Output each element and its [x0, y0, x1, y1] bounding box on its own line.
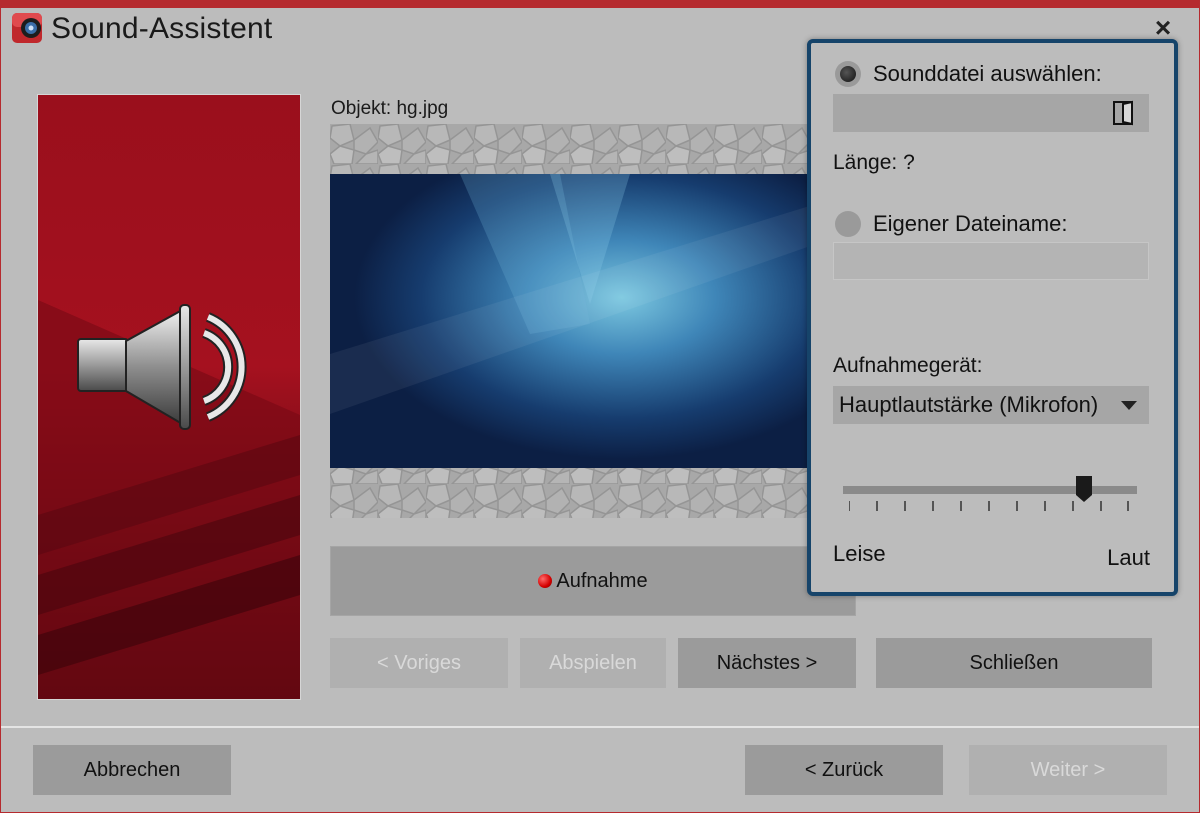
window-title: Sound-Assistent — [51, 12, 273, 45]
volume-min-label: Leise — [833, 541, 886, 566]
object-label: Objekt: hg.jpg — [331, 98, 449, 119]
soundfile-option-label: Sounddatei auswählen: — [873, 61, 1102, 86]
folder-icon[interactable] — [1111, 100, 1137, 126]
image-preview — [330, 124, 816, 518]
sound-assistant-window: Sound-Assistent × Objekt: hg.jpg Aufnahm… — [0, 0, 1200, 813]
own-filename-radio[interactable] — [835, 211, 861, 237]
length-label: Länge: ? — [833, 151, 915, 174]
speaker-illustration — [38, 95, 300, 699]
device-label: Aufnahmegerät: — [833, 354, 983, 377]
close-icon[interactable]: × — [1149, 14, 1177, 42]
record-button[interactable]: Aufnahme — [330, 546, 856, 616]
record-button-label: Aufnahme — [556, 569, 648, 592]
own-filename-option[interactable]: Eigener Dateiname: — [835, 211, 1067, 237]
soundfile-option[interactable]: Sounddatei auswählen: — [835, 61, 1102, 87]
own-filename-input[interactable] — [833, 242, 1149, 280]
app-icon — [12, 13, 42, 43]
play-button[interactable]: Abspielen — [520, 638, 666, 688]
device-select[interactable]: Hauptlautstärke (Mikrofon) — [833, 386, 1149, 424]
volume-slider-thumb[interactable] — [1075, 475, 1093, 503]
cancel-button[interactable]: Abbrechen — [33, 745, 231, 795]
volume-max-label: Laut — [1107, 545, 1150, 570]
chevron-down-icon[interactable] — [1121, 401, 1137, 410]
footer-separator — [1, 726, 1199, 728]
soundfile-radio[interactable] — [835, 61, 861, 87]
record-dot-icon — [538, 574, 553, 588]
close-button[interactable]: Schließen — [876, 638, 1152, 688]
preview-picture — [330, 124, 816, 518]
forward-button[interactable]: Weiter > — [969, 745, 1167, 795]
soundfile-path-field[interactable] — [833, 94, 1149, 132]
recording-options-panel: Sounddatei auswählen: Länge: ? Eigener D… — [807, 39, 1178, 596]
back-button[interactable]: < Zurück — [745, 745, 943, 795]
device-select-value: Hauptlautstärke (Mikrofon) — [839, 392, 1099, 417]
own-filename-option-label: Eigener Dateiname: — [873, 211, 1068, 236]
next-button[interactable]: Nächstes > — [678, 638, 856, 688]
hero-image — [37, 94, 301, 700]
previous-button[interactable]: < Voriges — [330, 638, 508, 688]
